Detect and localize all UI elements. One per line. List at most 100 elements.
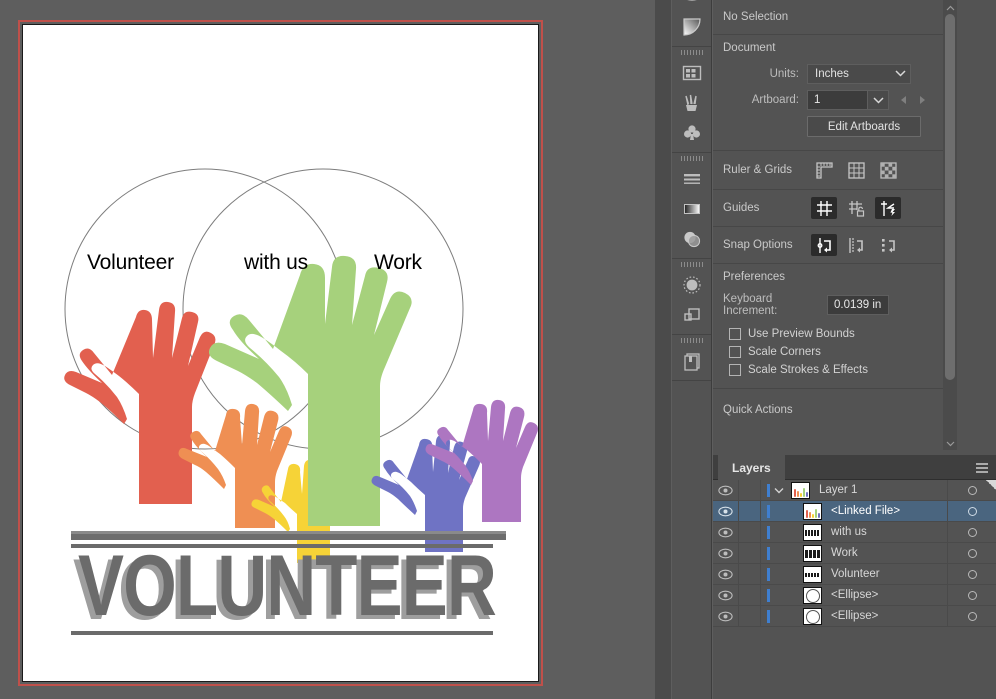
stroke-icon[interactable] — [672, 164, 712, 194]
symbols-icon[interactable] — [672, 118, 712, 148]
target-indicator[interactable] — [947, 501, 996, 522]
target-indicator[interactable] — [947, 606, 996, 627]
lock-toggle[interactable] — [739, 521, 761, 543]
target-indicator[interactable] — [947, 522, 996, 543]
checkbox-box — [729, 364, 741, 376]
visibility-toggle-icon[interactable] — [713, 521, 739, 543]
layer-row-with-us[interactable]: with us — [713, 521, 996, 543]
layer-color-swatch — [767, 588, 770, 602]
checkbox-scale-corners[interactable]: Scale Corners — [713, 343, 954, 361]
layer-row-work[interactable]: Work — [713, 542, 996, 564]
checkbox-scale-strokes-effects[interactable]: Scale Strokes & Effects — [713, 361, 954, 379]
snap-to-point-icon[interactable] — [811, 234, 837, 256]
layer-thumbnail — [803, 502, 822, 520]
layer-row-ellipse-1[interactable]: <Ellipse> — [713, 584, 996, 606]
units-row: Units: Inches — [713, 61, 954, 87]
keyboard-increment-input[interactable]: 0.0139 in — [827, 295, 889, 315]
show-guides-icon[interactable] — [811, 197, 837, 219]
target-indicator[interactable] — [947, 585, 996, 606]
section-ruler-grids: Ruler & Grids — [713, 151, 954, 190]
checkbox-label: Scale Corners — [748, 346, 821, 358]
layer-thumbnail — [791, 481, 810, 499]
layer-color-swatch — [767, 567, 770, 581]
visibility-toggle-icon[interactable] — [713, 479, 739, 501]
artboards-icon[interactable] — [672, 346, 712, 376]
panel-menu-icon[interactable] — [975, 461, 989, 473]
rail-grip[interactable] — [672, 259, 711, 270]
layer-name: <Ellipse> — [831, 610, 879, 622]
layer-row-ellipse-2[interactable]: <Ellipse> — [713, 605, 996, 627]
layer-row-volunteer[interactable]: Volunteer — [713, 563, 996, 585]
lock-toggle[interactable] — [739, 479, 761, 501]
layer-thumbnail — [803, 586, 822, 604]
transparency-grid-icon[interactable] — [875, 159, 901, 181]
panel-resize-corner — [986, 480, 996, 490]
tab-layers-label: Layers — [732, 460, 771, 475]
panel-icon-rail[interactable] — [672, 0, 712, 699]
keyboard-increment-row: Keyboard Increment: 0.0139 in — [713, 290, 954, 320]
appearance-icon[interactable] — [672, 270, 712, 300]
artboard-number-input[interactable]: 1 — [807, 90, 867, 110]
panel-collapse-strip[interactable] — [655, 0, 671, 699]
artboard-next-button[interactable] — [915, 90, 929, 110]
target-indicator[interactable] — [947, 564, 996, 585]
ruler-icon[interactable] — [811, 159, 837, 181]
scroll-up-arrow-icon[interactable] — [945, 2, 955, 14]
swatches-icon[interactable] — [672, 58, 712, 88]
layer-thumbnail — [803, 523, 822, 541]
canvas-area[interactable]: VOLUNTEER VOLUNTEER Volunteer with us Wo… — [0, 0, 660, 699]
scroll-down-arrow-icon[interactable] — [945, 438, 955, 450]
chevron-down-icon — [872, 97, 884, 104]
artboard[interactable]: VOLUNTEER VOLUNTEER Volunteer with us Wo… — [22, 24, 539, 682]
units-select[interactable]: Inches — [807, 64, 911, 84]
tab-layers[interactable]: Layers — [718, 455, 785, 480]
rail-grip[interactable] — [672, 153, 711, 164]
snap-to-pixel-icon[interactable] — [875, 234, 901, 256]
layer-name: Volunteer — [831, 568, 880, 580]
lock-toggle[interactable] — [739, 605, 761, 627]
visibility-toggle-icon[interactable] — [713, 605, 739, 627]
graphic-styles-icon[interactable] — [672, 300, 712, 330]
layer-color-swatch — [767, 525, 770, 539]
visibility-toggle-icon[interactable] — [713, 563, 739, 585]
rail-group-top — [672, 0, 711, 47]
artboard-prev-button[interactable] — [897, 90, 911, 110]
lock-toggle[interactable] — [739, 500, 761, 522]
svg-text:VOLUNTEER: VOLUNTEER — [78, 538, 496, 634]
rail-grip[interactable] — [672, 335, 711, 346]
expand-toggle-icon[interactable] — [770, 487, 788, 494]
lock-toggle[interactable] — [739, 542, 761, 564]
transparency-icon[interactable] — [672, 224, 712, 254]
snap-to-grid-icon[interactable] — [843, 234, 869, 256]
grid-icon[interactable] — [843, 159, 869, 181]
visibility-toggle-icon[interactable] — [713, 542, 739, 564]
artboard-select-dropdown[interactable] — [867, 90, 889, 110]
edit-artboards-button[interactable]: Edit Artboards — [807, 116, 921, 137]
edit-artboards-row: Edit Artboards — [713, 113, 954, 140]
section-document: Document Units: Inches Artboard: 1 Edit … — [713, 35, 954, 151]
units-label: Units: — [769, 68, 799, 80]
visibility-toggle-icon[interactable] — [713, 500, 739, 522]
layer-color-swatch — [767, 504, 770, 518]
section-document-title: Document — [723, 42, 776, 54]
lock-toggle[interactable] — [739, 563, 761, 585]
illustrator-window: VOLUNTEER VOLUNTEER Volunteer with us Wo… — [0, 0, 996, 699]
checkbox-use-preview-bounds[interactable]: Use Preview Bounds — [713, 325, 954, 343]
rail-grip[interactable] — [672, 47, 711, 58]
layer-row-linked-file[interactable]: <Linked File> — [713, 500, 996, 522]
target-indicator[interactable] — [947, 543, 996, 564]
visibility-toggle-icon[interactable] — [713, 584, 739, 606]
properties-scrollbar-thumb[interactable] — [945, 14, 955, 380]
rail-group-appearance — [672, 259, 711, 335]
gradient-wedge-icon[interactable] — [672, 12, 712, 42]
gradient-mesh-icon[interactable] — [672, 0, 712, 12]
lock-toggle[interactable] — [739, 584, 761, 606]
lock-guides-icon[interactable] — [843, 197, 869, 219]
brushes-icon[interactable] — [672, 88, 712, 118]
layers-list[interactable]: Layer 1 <Linked File> with us Work Volun… — [713, 479, 996, 627]
gradient-icon[interactable] — [672, 194, 712, 224]
artwork-label-work: Work — [374, 251, 422, 274]
layer-row-layer-1[interactable]: Layer 1 — [713, 479, 996, 501]
section-guides: Guides — [713, 190, 954, 227]
smart-guides-icon[interactable] — [875, 197, 901, 219]
